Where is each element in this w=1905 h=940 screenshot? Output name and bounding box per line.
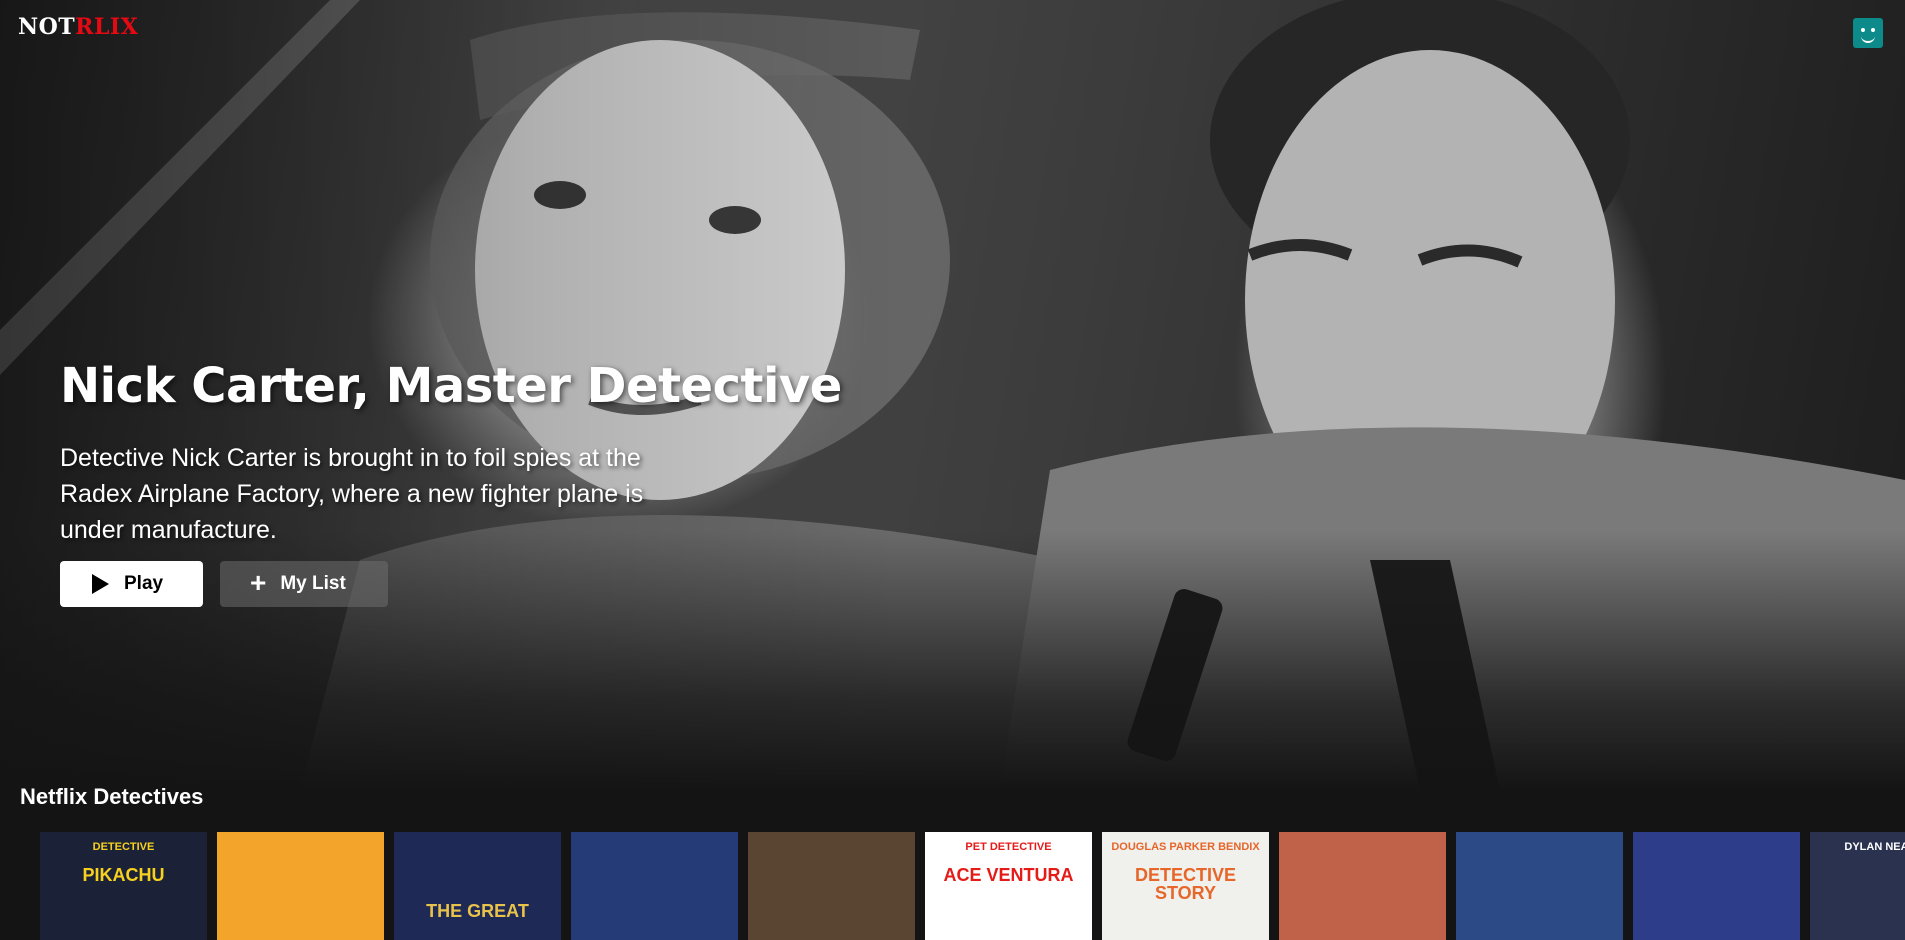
poster-tile[interactable] xyxy=(1456,832,1623,940)
poster-tile[interactable]: DYLAN NEAL BRO xyxy=(1810,832,1905,940)
hero-title: Nick Carter, Master Detective xyxy=(60,358,842,414)
poster-tile[interactable]: DOUGLAS PARKER BENDIX DETECTIVE STORY xyxy=(1102,832,1269,940)
my-list-button[interactable]: + My List xyxy=(220,561,388,607)
avatar-smile-icon xyxy=(1861,35,1875,43)
play-button[interactable]: Play xyxy=(60,561,203,607)
poster-tile[interactable] xyxy=(1279,832,1446,940)
avatar-eye-icon xyxy=(1871,28,1875,32)
poster-subtitle: DETECTIVE xyxy=(92,841,155,853)
play-button-label: Play xyxy=(124,573,164,594)
logo-text-red: RLIX xyxy=(75,14,139,40)
netflix-logo[interactable]: NOTRLIX xyxy=(18,16,138,38)
poster-title: DETECTIVE STORY xyxy=(1134,865,1236,903)
poster-tile[interactable] xyxy=(1633,832,1800,940)
play-icon xyxy=(92,574,109,594)
poster-tile[interactable]: DETECTIVE PIKACHU xyxy=(40,832,207,940)
hero-banner: NOTRLIX Nick Carter, Master Detective De… xyxy=(0,0,1905,790)
row-title: Netflix Detectives xyxy=(20,784,204,809)
poster-carousel: DETECTIVE PIKACHU THE GREAT PET DETECTIVE AC… xyxy=(40,832,1905,940)
poster-title: ACE VENTURA xyxy=(943,865,1074,885)
poster-tile[interactable] xyxy=(217,832,384,940)
avatar-eye-icon xyxy=(1861,28,1865,32)
poster-title: THE GREAT xyxy=(426,901,529,921)
poster-title: PIKACHU xyxy=(82,865,165,885)
poster-tile[interactable] xyxy=(571,832,738,940)
poster-tile[interactable]: PET DETECTIVE ACE VENTURA xyxy=(925,832,1092,940)
poster-tile[interactable] xyxy=(748,832,915,940)
my-list-button-label: My List xyxy=(280,573,346,594)
poster-subtitle: PET DETECTIVE xyxy=(965,841,1052,853)
poster-tile[interactable]: THE GREAT xyxy=(394,832,561,940)
logo-text-white: NOT xyxy=(18,14,76,40)
profile-avatar[interactable] xyxy=(1853,18,1883,48)
plus-icon: + xyxy=(250,566,267,598)
hero-description: Detective Nick Carter is brought in to f… xyxy=(60,444,644,544)
poster-subtitle: DOUGLAS PARKER BENDIX xyxy=(1111,841,1260,853)
poster-subtitle: DYLAN NEAL BRO xyxy=(1844,841,1905,853)
